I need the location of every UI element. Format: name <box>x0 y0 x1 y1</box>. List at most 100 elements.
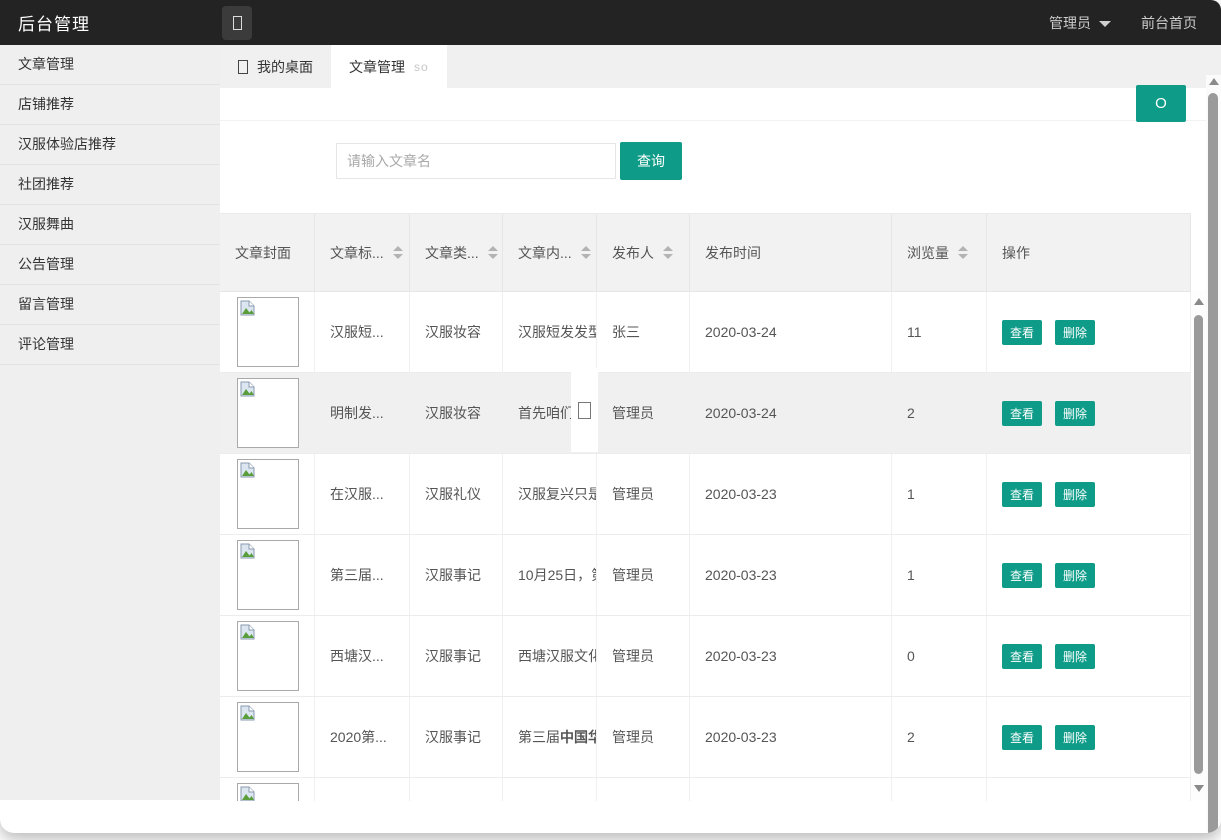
category-cell: 汉服事记 <box>410 697 503 777</box>
delete-button[interactable]: 删除 <box>1055 725 1095 750</box>
top-bar: 后台管理 管理员 前台首页 <box>0 0 1221 45</box>
sidebar-item-shops[interactable]: 店铺推荐 <box>0 85 220 125</box>
sidebar-toggle-button[interactable] <box>222 6 252 40</box>
publisher-cell: 管理员 <box>597 697 690 777</box>
title-cell: 明制发... <box>315 373 410 453</box>
sort-icons[interactable] <box>958 246 968 259</box>
scroll-up-icon[interactable] <box>1191 298 1206 305</box>
content-cell: 西塘汉服文化 <box>503 616 597 696</box>
table-body: 汉服短... 汉服妆容 汉服短发发型 张三 2020-03-24 11 查看 删… <box>220 292 1191 801</box>
category-cell: 汉服妆容 <box>410 292 503 372</box>
tab-label: 我的桌面 <box>257 57 313 77</box>
tab-article-management[interactable]: 文章管理 so <box>331 45 447 88</box>
content-cell: 汉服复兴只是 <box>503 454 597 534</box>
column-header-actions: 操作 <box>987 214 1191 291</box>
content-panel: O 查询 文章封面 文章标... 文章类... <box>220 88 1221 800</box>
sidebar-item-messages[interactable]: 留言管理 <box>0 285 220 325</box>
tab-bar: 我的桌面 文章管理 so <box>220 45 1221 88</box>
date-cell: 2020-03-23 <box>690 454 892 534</box>
tooltip-artifact <box>571 368 598 452</box>
user-name: 管理员 <box>1049 13 1091 33</box>
views-cell: 1 <box>892 454 987 534</box>
tab-close-icon[interactable]: so <box>414 60 429 74</box>
tab-my-desktop[interactable]: 我的桌面 <box>220 45 331 88</box>
category-cell: 汉服礼仪 <box>410 454 503 534</box>
sidebar-item-experience-shop[interactable]: 汉服体验店推荐 <box>0 125 220 165</box>
date-cell: 2020-03-24 <box>690 373 892 453</box>
tab-label: 文章管理 <box>349 57 405 77</box>
publisher-cell: 张三 <box>597 292 690 372</box>
user-dropdown[interactable]: 管理员 <box>1049 13 1111 33</box>
table-row: 明制发... 汉服妆容 首先咱们 管理员 2020-03-24 2 查看 删除 <box>220 373 1191 454</box>
table-row: 西塘汉... 汉服事记 西塘汉服文化 管理员 2020-03-23 0 查看 删… <box>220 616 1191 697</box>
search-button[interactable]: 查询 <box>620 142 682 180</box>
broken-image-icon <box>237 702 299 772</box>
publisher-cell: 管理员 <box>597 535 690 615</box>
view-button[interactable]: 查看 <box>1002 725 1042 750</box>
title-cell: 2020第... <box>315 697 410 777</box>
view-button[interactable]: 查看 <box>1002 482 1042 507</box>
table-header-row: 文章封面 文章标... 文章类... 文章内... <box>220 213 1191 292</box>
outer-scrollbar[interactable] <box>1206 75 1221 833</box>
sort-icons[interactable] <box>663 246 673 259</box>
delete-button[interactable]: 删除 <box>1055 563 1095 588</box>
cover-cell <box>220 292 315 372</box>
cover-cell <box>220 535 315 615</box>
view-button[interactable]: 查看 <box>1002 644 1042 669</box>
publisher-cell: 管理员 <box>597 373 690 453</box>
delete-button[interactable]: 删除 <box>1055 482 1095 507</box>
content-cell: 10月25日，第 <box>503 535 597 615</box>
sidebar-item-clubs[interactable]: 社团推荐 <box>0 165 220 205</box>
search-form: 查询 <box>336 143 1221 180</box>
delete-button[interactable]: 删除 <box>1055 401 1095 426</box>
actions-cell: 查看 删除 <box>987 292 1191 372</box>
sidebar-item-articles[interactable]: 文章管理 <box>0 45 220 85</box>
sidebar-item-comments[interactable]: 评论管理 <box>0 325 220 365</box>
category-cell: 汉服妆容 <box>410 373 503 453</box>
sort-icons[interactable] <box>488 246 498 259</box>
broken-image-icon <box>237 621 299 691</box>
publisher-cell: 管理员 <box>597 454 690 534</box>
column-header-content: 文章内... <box>503 214 597 291</box>
delete-button[interactable]: 删除 <box>1055 644 1095 669</box>
sidebar-item-announcements[interactable]: 公告管理 <box>0 245 220 285</box>
actions-cell: 查看 删除 <box>987 616 1191 696</box>
sidebar: 文章管理 店铺推荐 汉服体验店推荐 社团推荐 汉服舞曲 公告管理 留言管理 评论… <box>0 45 220 800</box>
actions-cell: 查看 删除 <box>987 535 1191 615</box>
scroll-up-icon[interactable] <box>1206 78 1221 85</box>
date-cell: 2020-03-23 <box>690 535 892 615</box>
desktop-icon <box>238 60 248 74</box>
table-scrollbar[interactable] <box>1191 291 1206 800</box>
scroll-down-icon[interactable] <box>1191 785 1206 792</box>
scrollbar-thumb[interactable] <box>1208 93 1218 833</box>
frontend-home-link[interactable]: 前台首页 <box>1141 13 1197 33</box>
delete-button[interactable]: 删除 <box>1055 320 1095 345</box>
title-cell: 西塘汉... <box>315 616 410 696</box>
title-cell: 在汉服... <box>315 454 410 534</box>
column-header-publisher: 发布人 <box>597 214 690 291</box>
view-button[interactable]: 查看 <box>1002 563 1042 588</box>
refresh-button[interactable]: O <box>1136 85 1186 122</box>
main-area: 我的桌面 文章管理 so O 查询 文章封面 文 <box>220 45 1221 833</box>
app-title: 后台管理 <box>0 10 222 35</box>
scrollbar-thumb[interactable] <box>1194 315 1203 774</box>
column-header-date: 发布时间 <box>690 214 892 291</box>
search-input[interactable] <box>336 143 616 179</box>
actions-cell: 查看 删除 <box>987 373 1191 453</box>
publisher-cell: 管理员 <box>597 616 690 696</box>
admin-app-window: 后台管理 管理员 前台首页 文章管理 店铺推荐 汉服体验店推荐 社团推荐 汉服舞… <box>0 0 1221 833</box>
view-button[interactable]: 查看 <box>1002 401 1042 426</box>
sort-icons[interactable] <box>393 246 403 259</box>
articles-table: 文章封面 文章标... 文章类... 文章内... <box>220 213 1191 801</box>
sidebar-item-dance-music[interactable]: 汉服舞曲 <box>0 205 220 245</box>
actions-cell: 查看 删除 <box>987 697 1191 777</box>
view-button[interactable]: 查看 <box>1002 320 1042 345</box>
broken-image-icon <box>237 378 299 448</box>
cover-cell <box>220 697 315 777</box>
table-row: 第三届... 汉服事记 10月25日，第 管理员 2020-03-23 1 查看… <box>220 535 1191 616</box>
views-cell: 0 <box>892 616 987 696</box>
category-cell: 汉服事记 <box>410 535 503 615</box>
column-header-cover: 文章封面 <box>220 214 315 291</box>
sort-icons[interactable] <box>581 246 591 259</box>
cover-cell <box>220 778 315 801</box>
